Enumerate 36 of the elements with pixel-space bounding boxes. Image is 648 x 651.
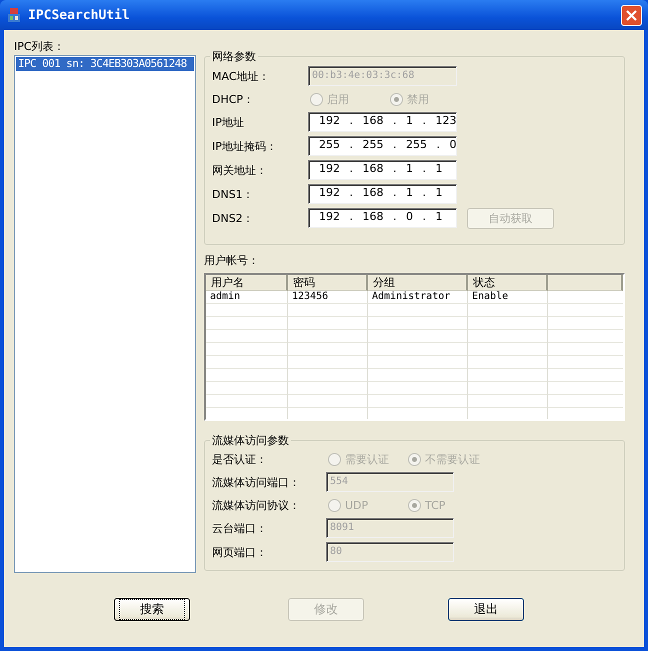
table-cell: 123456 — [288, 291, 368, 304]
accounts-label: 用户帐号： — [204, 253, 260, 269]
ip-address-field[interactable]: 192 . 168 . 1 . 123 — [308, 112, 457, 132]
device-list-item[interactable]: IPC 001 sn: 3C4EB303A0561248 — [16, 57, 194, 71]
close-icon — [625, 8, 638, 22]
field-label: DNS2： — [212, 210, 255, 226]
field-label: IP地址掩码： — [212, 138, 278, 154]
column-header[interactable]: 分组 — [368, 275, 468, 291]
close-button[interactable] — [621, 4, 642, 26]
app-icon — [6, 7, 22, 23]
field-label: 云台端口： — [212, 520, 268, 536]
table-cell: admin — [206, 291, 288, 304]
field-label: 网页端口： — [212, 544, 268, 560]
field-label: 流媒体访问协议： — [212, 498, 301, 512]
table-cell: Administrator — [368, 291, 468, 304]
group-title: 流媒体访问参数 — [211, 433, 290, 448]
field-label: 网关地址： — [212, 162, 268, 178]
field-label: 流媒体访问端口： — [212, 474, 301, 490]
field-label: 是否认证： — [212, 452, 268, 466]
dialog-button[interactable]: 搜索 — [114, 598, 190, 621]
column-header[interactable]: 状态 — [468, 275, 548, 291]
field-label: DNS1： — [212, 186, 255, 202]
table-cell: Enable — [468, 291, 548, 304]
field-label: MAC地址： — [212, 68, 271, 84]
column-header[interactable]: 用户名 — [206, 275, 288, 291]
column-header[interactable]: 密码 — [288, 275, 368, 291]
list-label: IPC列表： — [14, 39, 66, 55]
group-title: 网络参数 — [211, 49, 257, 64]
dialog-button[interactable]: 退出 — [448, 598, 524, 621]
window-title: IPCSearchUtil — [28, 8, 131, 22]
ip-address-field[interactable]: 192 . 168 . 0 . 1 — [308, 208, 457, 228]
field-label: IP地址 — [212, 114, 245, 130]
field-label: DHCP： — [212, 92, 256, 106]
ip-address-field[interactable]: 192 . 168 . 1 . 1 — [308, 160, 457, 180]
ip-address-field[interactable]: 192 . 168 . 1 . 1 — [308, 184, 457, 204]
ip-address-field[interactable]: 255 . 255 . 255 . 0 — [308, 136, 457, 156]
